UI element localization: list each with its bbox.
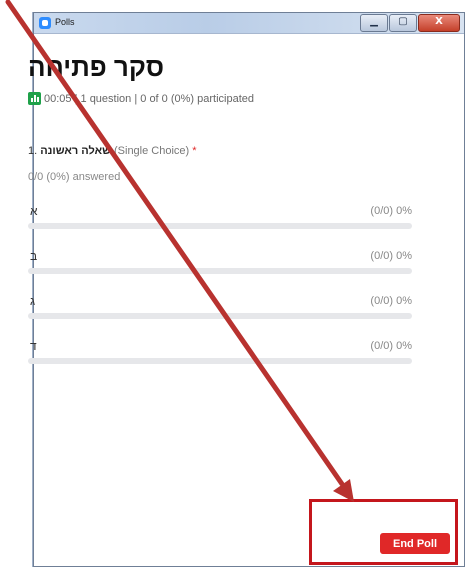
annotation-arrow-icon bbox=[5, 0, 354, 502]
